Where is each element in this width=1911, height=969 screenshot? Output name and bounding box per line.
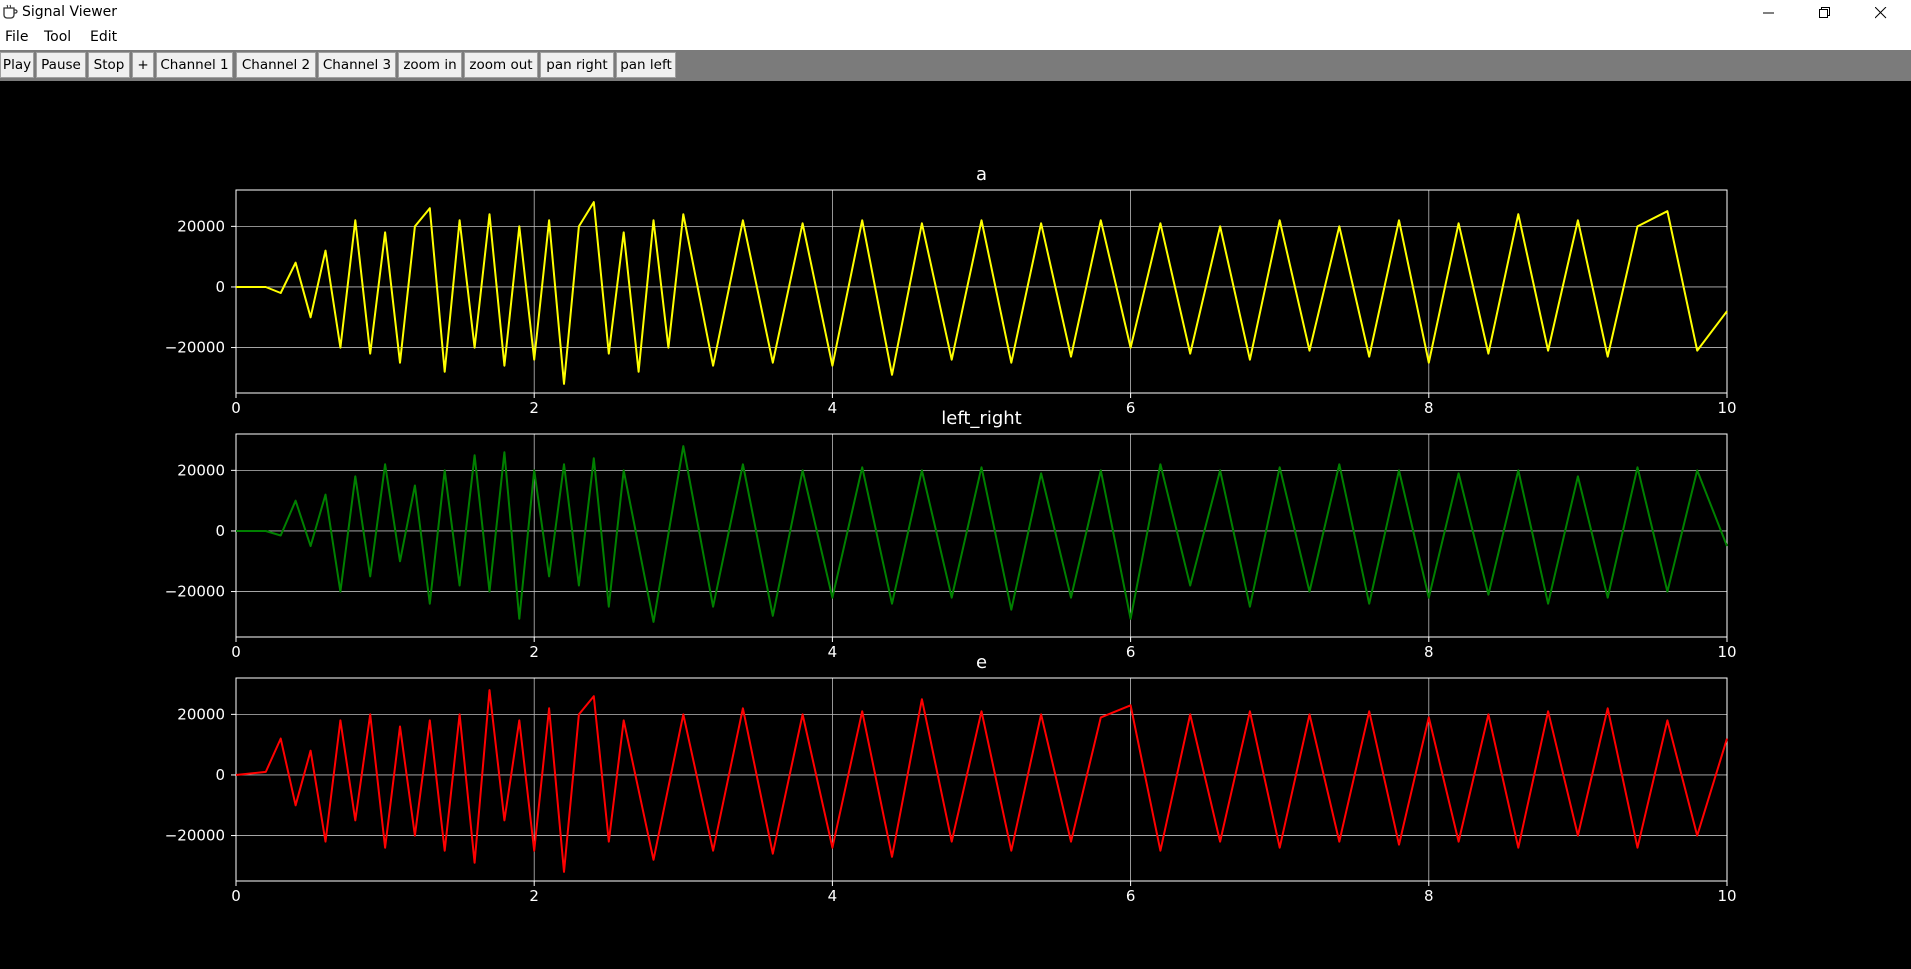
menu-tool[interactable]: Tool [44,29,71,45]
close-icon [1875,7,1887,19]
signal-line [236,445,1728,623]
toolbar: Play Pause Stop + Channel 1 Channel 2 Ch… [0,50,1911,81]
channel-2-button[interactable]: Channel 2 [236,52,316,78]
pause-button[interactable]: Pause [36,52,86,78]
plot-area[interactable]: 0 2 4 6 8 10 −20000 0 20000 a 0 2 4 6 8 10 −20000 0 20000 l… [0,81,1911,969]
y-tick-label: −20000 [165,339,225,357]
menu-file[interactable]: File [5,29,28,45]
y-tick-label: −20000 [165,583,225,601]
x-tick-label: 6 [1126,643,1136,661]
x-tick-label: 0 [231,887,241,905]
restore-icon [1819,7,1830,18]
channel-3-button[interactable]: Channel 3 [318,52,396,78]
channel-1-button[interactable]: Channel 1 [156,52,233,78]
x-tick-label: 0 [231,643,241,661]
x-tick-label: 6 [1126,887,1136,905]
x-tick-label: 6 [1126,399,1136,417]
x-tick-label: 10 [1717,887,1736,905]
menu-edit[interactable]: Edit [90,29,117,45]
x-tick-label: 4 [828,643,838,661]
add-button[interactable]: + [132,52,154,78]
x-tick-label: 8 [1424,887,1434,905]
y-tick-label: 20000 [177,705,225,723]
app-icon [3,4,18,19]
stop-button[interactable]: Stop [88,52,130,78]
signal-line [235,689,1728,873]
plot-title: left_right [941,408,1021,429]
y-tick-label: 20000 [177,217,225,235]
x-tick-label: 8 [1424,399,1434,417]
x-tick-label: 4 [828,399,838,417]
x-tick-label: 10 [1717,643,1736,661]
restore-button[interactable] [1797,0,1853,26]
window-title: Signal Viewer [22,4,118,20]
signal-plots: 0 2 4 6 8 10 −20000 0 20000 a 0 2 4 6 8 10 −20000 0 20000 l… [165,164,1737,905]
x-tick-label: 4 [828,887,838,905]
pan-left-button[interactable]: pan left [616,52,676,78]
signal-line [236,201,1728,385]
zoom-in-button[interactable]: zoom in [398,52,462,78]
x-tick-label: 2 [529,887,539,905]
y-tick-label: 0 [215,278,225,296]
zoom-out-button[interactable]: zoom out [464,52,538,78]
plot-title: e [976,652,987,673]
x-tick-label: 2 [529,399,539,417]
play-button[interactable]: Play [0,52,34,78]
close-button[interactable] [1853,0,1909,26]
minimize-button[interactable] [1741,0,1797,26]
plot-title: a [976,164,987,185]
x-tick-label: 2 [529,643,539,661]
title-bar: Signal Viewer [0,0,1911,26]
menu-bar: File Tool Edit [0,26,1911,50]
x-tick-label: 10 [1717,399,1736,417]
y-tick-label: 20000 [177,461,225,479]
minimize-icon [1763,12,1774,14]
pan-right-button[interactable]: pan right [540,52,614,78]
y-tick-label: −20000 [165,827,225,845]
y-tick-label: 0 [215,766,225,784]
y-tick-label: 0 [215,522,225,540]
x-tick-label: 0 [231,399,241,417]
x-tick-label: 8 [1424,643,1434,661]
